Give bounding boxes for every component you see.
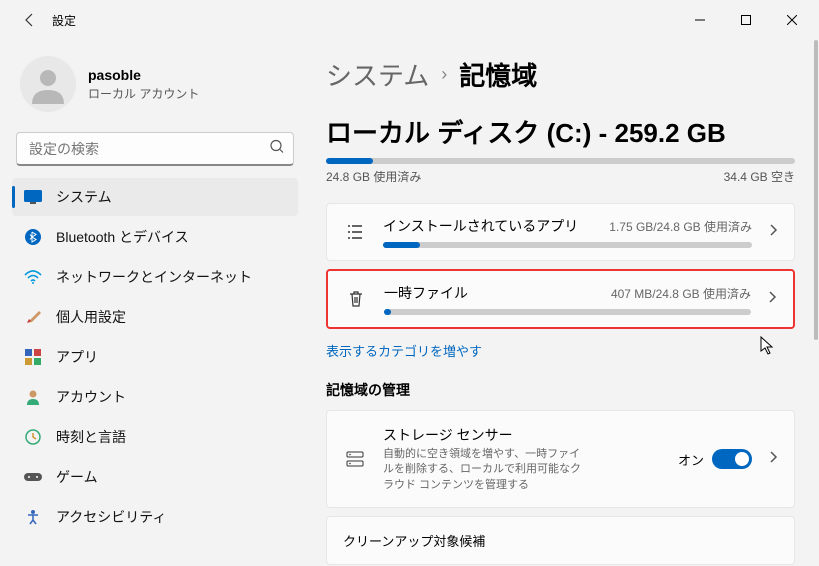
maximize-button[interactable] bbox=[723, 4, 769, 36]
storage-sense-desc: 自動的に空き領域を増やす、一時ファイルを削除する、ローカルで利用可能なクラウド … bbox=[383, 447, 583, 493]
minimize-button[interactable] bbox=[677, 4, 723, 36]
user-name: pasoble bbox=[88, 67, 199, 83]
list-icon bbox=[343, 220, 367, 244]
nav-label: ゲーム bbox=[56, 467, 98, 487]
main-content: システム › 記憶域 ローカル ディスク (C:) - 259.2 GB 24.… bbox=[310, 40, 819, 566]
gamepad-icon bbox=[24, 468, 42, 486]
nav-label: Bluetooth とデバイス bbox=[56, 227, 189, 247]
back-button[interactable] bbox=[20, 10, 40, 30]
disk-title: ローカル ディスク (C:) - 259.2 GB bbox=[326, 113, 795, 150]
search-box bbox=[16, 132, 294, 166]
cleanup-title: クリーンアップ対象候補 bbox=[343, 534, 485, 549]
person-icon bbox=[28, 64, 68, 104]
breadcrumb-current: 記憶域 bbox=[459, 56, 537, 93]
category-sub: 1.75 GB/24.8 GB 使用済み bbox=[609, 218, 752, 235]
category-bar bbox=[383, 242, 752, 248]
nav-label: 個人用設定 bbox=[56, 307, 126, 327]
chevron-right-icon bbox=[768, 223, 778, 242]
close-button[interactable] bbox=[769, 4, 815, 36]
show-more-categories-link[interactable]: 表示するカテゴリを増やす bbox=[326, 341, 482, 360]
window-title: 設定 bbox=[52, 12, 76, 29]
nav-item-gaming[interactable]: ゲーム bbox=[12, 458, 298, 496]
search-icon bbox=[270, 140, 284, 159]
arrow-left-icon bbox=[22, 12, 38, 28]
wifi-icon bbox=[24, 268, 42, 286]
clock-icon bbox=[24, 428, 42, 446]
category-sub: 407 MB/24.8 GB 使用済み bbox=[611, 285, 751, 302]
nav-item-bluetooth[interactable]: Bluetooth とデバイス bbox=[12, 218, 298, 256]
disk-usage-fill bbox=[326, 158, 373, 164]
storage-sense-toggle[interactable] bbox=[712, 449, 752, 469]
search-input[interactable] bbox=[16, 132, 294, 166]
nav-label: アクセシビリティ bbox=[56, 507, 166, 527]
maximize-icon bbox=[741, 15, 751, 25]
account-icon bbox=[24, 388, 42, 406]
chevron-right-icon bbox=[767, 290, 777, 309]
nav-item-system[interactable]: システム bbox=[12, 178, 298, 216]
close-icon bbox=[787, 15, 797, 25]
section-title-manage: 記憶域の管理 bbox=[326, 380, 795, 400]
brush-icon bbox=[24, 308, 42, 326]
nav-item-accounts[interactable]: アカウント bbox=[12, 378, 298, 416]
trash-icon bbox=[344, 287, 368, 311]
user-profile[interactable]: pasoble ローカル アカウント bbox=[12, 48, 298, 128]
titlebar: 設定 bbox=[0, 0, 819, 40]
scrollbar[interactable] bbox=[814, 40, 818, 340]
disk-usage-bar bbox=[326, 158, 795, 164]
chevron-right-icon bbox=[768, 450, 778, 469]
monitor-icon bbox=[24, 188, 42, 206]
nav-item-network[interactable]: ネットワークとインターネット bbox=[12, 258, 298, 296]
storage-icon bbox=[343, 447, 367, 471]
breadcrumb-parent[interactable]: システム bbox=[326, 56, 429, 93]
breadcrumb: システム › 記憶域 bbox=[326, 56, 795, 93]
nav-item-accessibility[interactable]: アクセシビリティ bbox=[12, 498, 298, 536]
category-bar bbox=[384, 309, 751, 315]
bluetooth-icon bbox=[24, 228, 42, 246]
nav-label: アカウント bbox=[56, 387, 126, 407]
category-temp-files[interactable]: 一時ファイル 407 MB/24.8 GB 使用済み bbox=[326, 269, 795, 329]
apps-icon bbox=[24, 348, 42, 366]
user-sub: ローカル アカウント bbox=[88, 85, 199, 102]
category-title: インストールされているアプリ bbox=[383, 216, 578, 236]
storage-sense-title: ストレージ センサー bbox=[383, 425, 662, 445]
nav-list: システム Bluetooth とデバイス ネットワークとインターネット 個人用設… bbox=[12, 178, 298, 536]
cleanup-card[interactable]: クリーンアップ対象候補 bbox=[326, 516, 795, 565]
nav-label: ネットワークとインターネット bbox=[56, 267, 252, 287]
minimize-icon bbox=[695, 15, 705, 25]
nav-label: 時刻と言語 bbox=[56, 427, 126, 447]
avatar bbox=[20, 56, 76, 112]
chevron-right-icon: › bbox=[441, 64, 447, 85]
storage-sense-card[interactable]: ストレージ センサー 自動的に空き領域を増やす、一時ファイルを削除する、ローカル… bbox=[326, 410, 795, 508]
category-title: 一時ファイル bbox=[384, 283, 468, 303]
sidebar: pasoble ローカル アカウント システム Bluetooth とデバイス … bbox=[0, 40, 310, 566]
nav-item-personalization[interactable]: 個人用設定 bbox=[12, 298, 298, 336]
nav-item-time[interactable]: 時刻と言語 bbox=[12, 418, 298, 456]
nav-item-apps[interactable]: アプリ bbox=[12, 338, 298, 376]
category-installed-apps[interactable]: インストールされているアプリ 1.75 GB/24.8 GB 使用済み bbox=[326, 203, 795, 261]
disk-used-label: 24.8 GB 使用済み bbox=[326, 168, 421, 185]
toggle-label: オン bbox=[678, 450, 704, 469]
nav-label: システム bbox=[56, 187, 112, 207]
disk-free-label: 34.4 GB 空き bbox=[724, 168, 795, 185]
nav-label: アプリ bbox=[56, 347, 98, 367]
accessibility-icon bbox=[24, 508, 42, 526]
